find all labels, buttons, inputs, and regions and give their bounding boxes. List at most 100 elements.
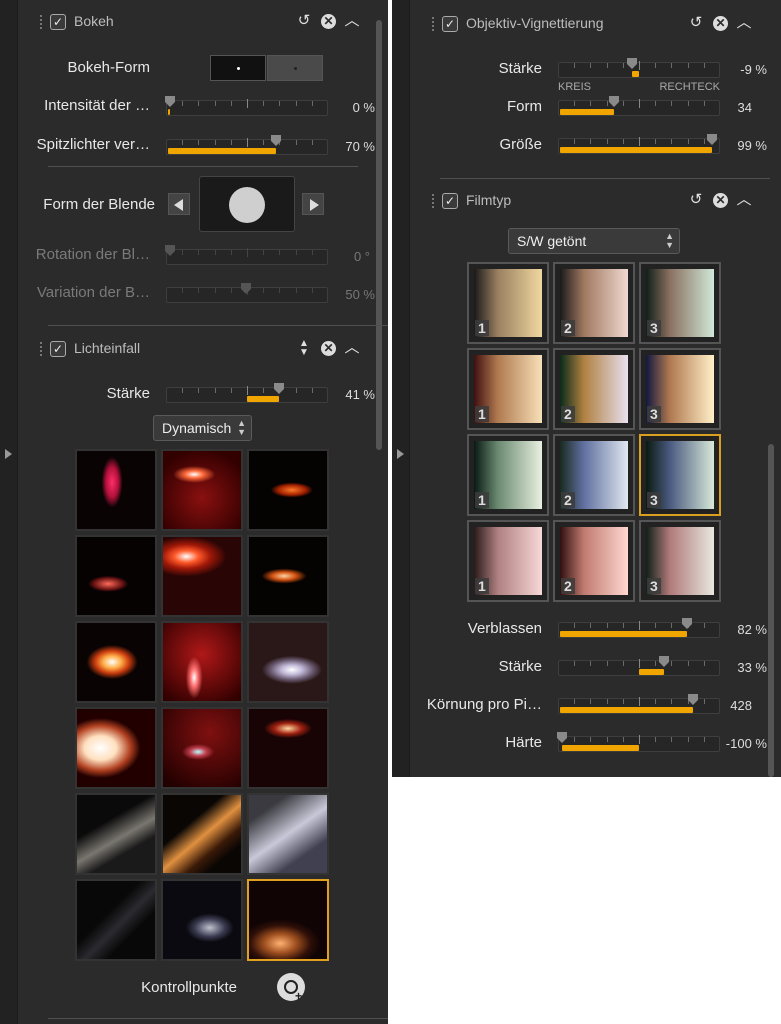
bokeh-enable-checkbox[interactable]: ✓	[50, 14, 66, 30]
drag-handle-icon[interactable]	[432, 17, 435, 31]
film-preset-grid: 1 2 3 1 2 3 1 2 3 1 2 3	[467, 262, 721, 602]
light-enable-checkbox[interactable]: ✓	[50, 341, 66, 357]
highlights-slider[interactable]	[166, 135, 328, 155]
light-leak-thumbnail[interactable]	[247, 879, 329, 961]
slider-thumb[interactable]	[659, 656, 670, 668]
film-preset-swatch[interactable]: 1	[467, 262, 549, 344]
light-leak-thumbnail[interactable]	[75, 449, 157, 531]
light-leak-thumbnail[interactable]	[75, 879, 157, 961]
light-strength-slider[interactable]	[166, 383, 328, 403]
light-leak-thumbnail[interactable]	[75, 535, 157, 617]
slider-thumb[interactable]	[165, 96, 175, 108]
intensity-slider[interactable]	[165, 96, 328, 116]
scrollbar[interactable]	[376, 20, 382, 450]
chevron-up-icon[interactable]: ︿	[343, 12, 361, 30]
film-preset-swatch[interactable]: 3	[639, 348, 721, 430]
film-header: ✓ Filmtyp ↺ ✕ ︿	[392, 179, 772, 223]
film-preset-swatch[interactable]: 2	[553, 348, 635, 430]
slider-thumb[interactable]	[165, 245, 175, 257]
film-type-dropdown[interactable]: S/W getönt ▲ ▼	[508, 228, 680, 254]
preset-number: 2	[561, 578, 575, 594]
preset-number: 2	[561, 492, 575, 508]
film-preset-swatch[interactable]: 1	[467, 434, 549, 516]
slider-thumb[interactable]	[687, 694, 698, 706]
expand-arrow-icon[interactable]	[397, 449, 404, 459]
film-preset-swatch[interactable]: 1	[467, 520, 549, 602]
film-preset-swatch[interactable]: 2	[553, 434, 635, 516]
light-leak-thumbnail[interactable]	[75, 707, 157, 789]
close-icon[interactable]: ✕	[321, 14, 336, 29]
light-leak-thumbnail[interactable]	[161, 879, 243, 961]
reset-icon[interactable]: ↺	[295, 12, 313, 30]
close-icon[interactable]: ✕	[713, 16, 728, 31]
bokeh-title: Bokeh	[74, 13, 114, 29]
film-preset-swatch[interactable]: 3	[639, 262, 721, 344]
bokeh-form-option-2[interactable]	[267, 55, 323, 81]
film-strength-label: Stärke	[498, 658, 542, 675]
slider-thumb[interactable]	[608, 96, 619, 108]
grain-slider[interactable]	[558, 694, 720, 714]
previous-aperture-button[interactable]	[168, 193, 190, 215]
film-preset-swatch[interactable]: 2	[553, 520, 635, 602]
preset-number: 3	[647, 492, 661, 508]
slider-thumb[interactable]	[273, 383, 284, 395]
preset-number: 1	[475, 406, 489, 422]
bokeh-form-option-1[interactable]	[210, 55, 266, 81]
fade-slider[interactable]	[558, 618, 720, 638]
light-leak-thumbnail[interactable]	[161, 793, 243, 875]
vignette-enable-checkbox[interactable]: ✓	[442, 16, 458, 32]
add-control-point-button[interactable]: +	[277, 973, 305, 1003]
film-preset-swatch[interactable]: 3	[639, 434, 721, 516]
scrollbar[interactable]	[768, 444, 774, 777]
slider-thumb[interactable]	[707, 134, 718, 146]
slider-thumb[interactable]	[271, 135, 282, 147]
vignette-strength-slider[interactable]	[558, 58, 720, 78]
hardness-label: Härte	[505, 734, 542, 751]
vignette-form-slider[interactable]	[558, 96, 720, 116]
chevron-up-icon[interactable]: ︿	[735, 191, 753, 209]
film-preset-swatch[interactable]: 1	[467, 348, 549, 430]
vignette-size-slider[interactable]	[558, 134, 720, 154]
light-leak-thumbnail[interactable]	[247, 449, 329, 531]
slider-thumb[interactable]	[557, 732, 567, 744]
light-leak-thumbnail[interactable]	[247, 707, 329, 789]
light-leak-thumbnail[interactable]	[161, 621, 243, 703]
film-enable-checkbox[interactable]: ✓	[442, 193, 458, 209]
slider-fill	[560, 631, 687, 637]
film-preset-swatch[interactable]: 3	[639, 520, 721, 602]
drag-handle-icon[interactable]	[40, 15, 43, 29]
right-collapse-strip[interactable]	[392, 0, 410, 777]
drag-handle-icon[interactable]	[432, 194, 435, 208]
vignette-title: Objektiv-Vignettierung	[466, 15, 604, 31]
close-icon[interactable]: ✕	[713, 193, 728, 208]
chevron-up-icon[interactable]: ︿	[343, 339, 361, 357]
light-leak-thumbnail[interactable]	[161, 535, 243, 617]
slider-thumb[interactable]	[681, 618, 692, 630]
hardness-slider[interactable]	[557, 732, 720, 752]
reorder-icon[interactable]: ▲ ▼	[295, 339, 313, 358]
reset-icon[interactable]: ↺	[687, 14, 705, 32]
light-strength-label: Stärke	[106, 385, 150, 402]
light-leak-thumbnail[interactable]	[247, 793, 329, 875]
film-strength-slider[interactable]	[558, 656, 720, 676]
slider-thumb[interactable]	[627, 58, 638, 70]
next-aperture-button[interactable]	[302, 193, 324, 215]
vignette-header: ✓ Objektiv-Vignettierung ↺ ✕ ︿	[392, 2, 772, 46]
light-leak-thumbnail[interactable]	[161, 449, 243, 531]
slider-thumb[interactable]	[241, 283, 251, 295]
light-mode-dropdown[interactable]: Dynamisch ▲ ▼	[153, 415, 252, 441]
expand-arrow-icon[interactable]	[5, 449, 12, 459]
light-leak-thumbnail[interactable]	[247, 535, 329, 617]
light-leak-thumbnail[interactable]	[161, 707, 243, 789]
reset-icon[interactable]: ↺	[687, 191, 705, 209]
film-preset-swatch[interactable]: 2	[553, 262, 635, 344]
drag-handle-icon[interactable]	[40, 342, 43, 356]
chevron-up-icon[interactable]: ︿	[735, 14, 753, 32]
left-collapse-strip[interactable]	[0, 0, 18, 1024]
close-icon[interactable]: ✕	[321, 341, 336, 356]
slider-fill	[168, 109, 170, 115]
light-leak-thumbnail[interactable]	[247, 621, 329, 703]
light-leak-thumbnail[interactable]	[75, 621, 157, 703]
light-leak-thumbnail[interactable]	[75, 793, 157, 875]
preset-number: 1	[475, 578, 489, 594]
